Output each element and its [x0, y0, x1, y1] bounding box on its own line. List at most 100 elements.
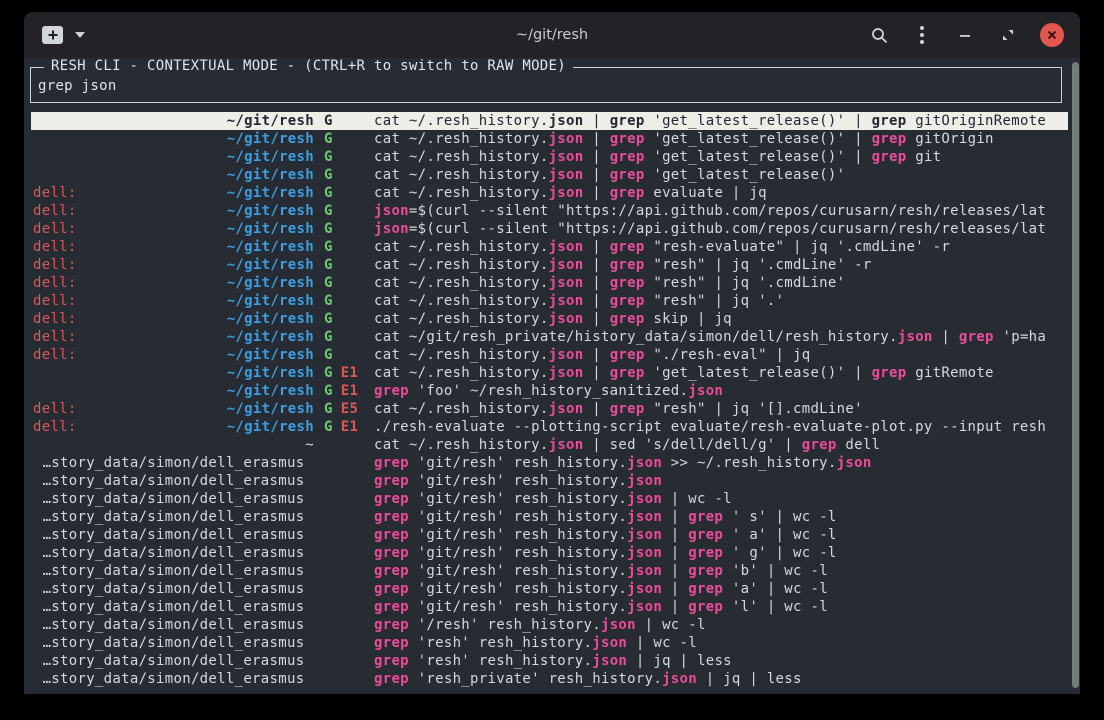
- host-label: dell:: [33, 256, 77, 274]
- history-row[interactable]: …story_data/simon/dell_erasmusgrep 'git/…: [31, 508, 1068, 526]
- history-row[interactable]: …story_data/simon/dell_erasmusgrep 'resh…: [31, 634, 1068, 652]
- history-row[interactable]: ~cat ~/.resh_history.json | sed 's/dell/…: [31, 436, 1068, 454]
- row-left: ~/git/resh: [33, 382, 314, 400]
- history-row[interactable]: dell:~/git/reshGjson=$(curl --silent "ht…: [31, 202, 1068, 220]
- path-label: …story_data/simon/dell_erasmus: [43, 634, 305, 652]
- match-highlight: json: [549, 131, 584, 147]
- match-highlight: json: [592, 635, 627, 651]
- command-text: json=$(curl --silent "https://api.github…: [374, 220, 1066, 238]
- flags: G: [324, 112, 366, 130]
- history-row[interactable]: ~/git/reshGcat ~/.resh_history.json | gr…: [31, 130, 1068, 148]
- command-text: grep 'git/resh' resh_history.json | grep…: [374, 544, 1066, 562]
- match-highlight: json: [688, 383, 723, 399]
- match-highlight: grep: [374, 383, 409, 399]
- history-row[interactable]: dell:~/git/reshGcat ~/.resh_history.json…: [31, 310, 1068, 328]
- row-left: ~/git/resh: [33, 148, 314, 166]
- history-row[interactable]: …story_data/simon/dell_erasmusgrep 'git/…: [31, 544, 1068, 562]
- history-row[interactable]: dell:~/git/reshGcat ~/.resh_history.json…: [31, 292, 1068, 310]
- row-left: …story_data/simon/dell_erasmus: [33, 634, 314, 652]
- match-highlight: grep: [688, 527, 723, 543]
- match-highlight: grep: [688, 509, 723, 525]
- history-row[interactable]: …story_data/simon/dell_erasmusgrep 'git/…: [31, 580, 1068, 598]
- history-row[interactable]: …story_data/simon/dell_erasmusgrep 'git/…: [31, 490, 1068, 508]
- history-row[interactable]: dell:~/git/reshGE5cat ~/.resh_history.js…: [31, 400, 1068, 418]
- path-label: ~/git/resh: [227, 274, 314, 292]
- match-highlight: grep: [374, 527, 409, 543]
- match-highlight: grep: [374, 509, 409, 525]
- command-text: cat ~/.resh_history.json | grep "resh-ev…: [374, 238, 1066, 256]
- git-flag: G: [324, 346, 333, 364]
- history-row[interactable]: dell:~/git/reshGcat ~/.resh_history.json…: [31, 238, 1068, 256]
- flags: G: [324, 130, 366, 148]
- history-row[interactable]: …story_data/simon/dell_erasmusgrep '/res…: [31, 616, 1068, 634]
- flags: [324, 616, 366, 634]
- restore-icon[interactable]: [997, 24, 1019, 46]
- history-row[interactable]: ~/git/reshGcat ~/.resh_history.json | gr…: [31, 148, 1068, 166]
- history-row[interactable]: …story_data/simon/dell_erasmusgrep 'git/…: [31, 562, 1068, 580]
- host-label: dell:: [33, 310, 77, 328]
- history-row[interactable]: …story_data/simon/dell_erasmusgrep 'resh…: [31, 670, 1068, 688]
- titlebar[interactable]: ~/git/resh: [24, 12, 1080, 58]
- new-tab-icon[interactable]: [42, 26, 63, 44]
- match-highlight: grep: [374, 563, 409, 579]
- history-row[interactable]: …story_data/simon/dell_erasmusgrep 'git/…: [31, 598, 1068, 616]
- history-row[interactable]: dell:~/git/reshGE1./resh-evaluate --plot…: [31, 418, 1068, 436]
- flags: G: [324, 292, 366, 310]
- git-flag: G: [324, 256, 333, 274]
- git-flag: G: [324, 166, 333, 184]
- match-highlight: grep: [610, 257, 645, 273]
- match-highlight: grep: [374, 545, 409, 561]
- host-label: dell:: [33, 328, 77, 346]
- history-row[interactable]: dell:~/git/reshGcat ~/.resh_history.json…: [31, 274, 1068, 292]
- match-highlight: grep: [688, 563, 723, 579]
- command-text: grep 'git/resh' resh_history.json | grep…: [374, 580, 1066, 598]
- match-highlight: json: [627, 455, 662, 471]
- flags: G: [324, 184, 366, 202]
- history-row[interactable]: …story_data/simon/dell_erasmus grep 'resh…: [31, 652, 1068, 670]
- path-label: ~/git/resh: [227, 346, 314, 364]
- path-label: …story_data/simon/dell_erasmus: [43, 508, 305, 526]
- history-row[interactable]: dell:~/git/reshGjson=$(curl --silent "ht…: [31, 220, 1068, 238]
- path-label: …story_data/simon/dell_erasmus: [43, 670, 305, 688]
- history-row[interactable]: dell:~/git/reshGcat ~/.resh_history.json…: [31, 346, 1068, 364]
- history-row[interactable]: dell:~/git/reshGcat ~/.resh_history.json…: [31, 256, 1068, 274]
- history-row[interactable]: ~/git/reshGE1grep 'foo' ~/resh_history_s…: [31, 382, 1068, 400]
- history-row[interactable]: …story_data/simon/dell_erasmusgrep 'git/…: [31, 454, 1068, 472]
- command-text: cat ~/.resh_history.json | grep "./resh-…: [374, 346, 1066, 364]
- path-label: …story_data/simon/dell_erasmus: [43, 526, 305, 544]
- command-text: grep 'resh' resh_history.json | jq | les…: [374, 652, 1066, 670]
- match-highlight: grep: [610, 185, 645, 201]
- path-label: ~/git/resh: [227, 184, 314, 202]
- scrollbar[interactable]: [1072, 62, 1079, 688]
- match-highlight: json: [627, 599, 662, 615]
- minimize-icon[interactable]: [954, 24, 976, 46]
- close-icon[interactable]: [1040, 23, 1064, 47]
- history-row[interactable]: …story_data/simon/dell_erasmusgrep 'git/…: [31, 526, 1068, 544]
- menu-icon[interactable]: [911, 24, 933, 46]
- host-label: dell:: [33, 220, 77, 238]
- command-text: grep 'git/resh' resh_history.json | grep…: [374, 598, 1066, 616]
- terminal-content[interactable]: RESH CLI - CONTEXTUAL MODE - (CTRL+R to …: [24, 58, 1080, 694]
- history-row[interactable]: …story_data/simon/dell_erasmusgrep 'git/…: [31, 472, 1068, 490]
- match-highlight: json: [627, 563, 662, 579]
- search-icon[interactable]: [868, 24, 890, 46]
- path-label: ~/git/resh: [227, 292, 314, 310]
- history-row[interactable]: ~/git/reshGcat ~/.resh_history.json | gr…: [31, 112, 1068, 130]
- match-highlight: grep: [688, 581, 723, 597]
- path-label: …story_data/simon/dell_erasmus: [43, 616, 305, 634]
- git-flag: G: [324, 220, 333, 238]
- match-highlight: json: [592, 653, 627, 669]
- history-row[interactable]: ~/git/reshGE1cat ~/.resh_history.json | …: [31, 364, 1068, 382]
- path-label: ~/git/resh: [227, 382, 314, 400]
- row-left: …story_data/simon/dell_erasmus: [33, 652, 314, 670]
- tabs-dropdown-icon[interactable]: [75, 32, 85, 38]
- flags: GE5: [324, 400, 366, 418]
- git-flag: G: [324, 274, 333, 292]
- history-row[interactable]: dell:~/git/reshGcat ~/git/resh_private/h…: [31, 328, 1068, 346]
- match-highlight: json: [374, 203, 409, 219]
- history-row[interactable]: ~/git/reshGcat ~/.resh_history.json | gr…: [31, 166, 1068, 184]
- match-highlight: grep: [610, 401, 645, 417]
- command-text: grep 'git/resh' resh_history.json | grep…: [374, 562, 1066, 580]
- git-flag: G: [324, 148, 333, 166]
- history-row[interactable]: dell:~/git/reshGcat ~/.resh_history.json…: [31, 184, 1068, 202]
